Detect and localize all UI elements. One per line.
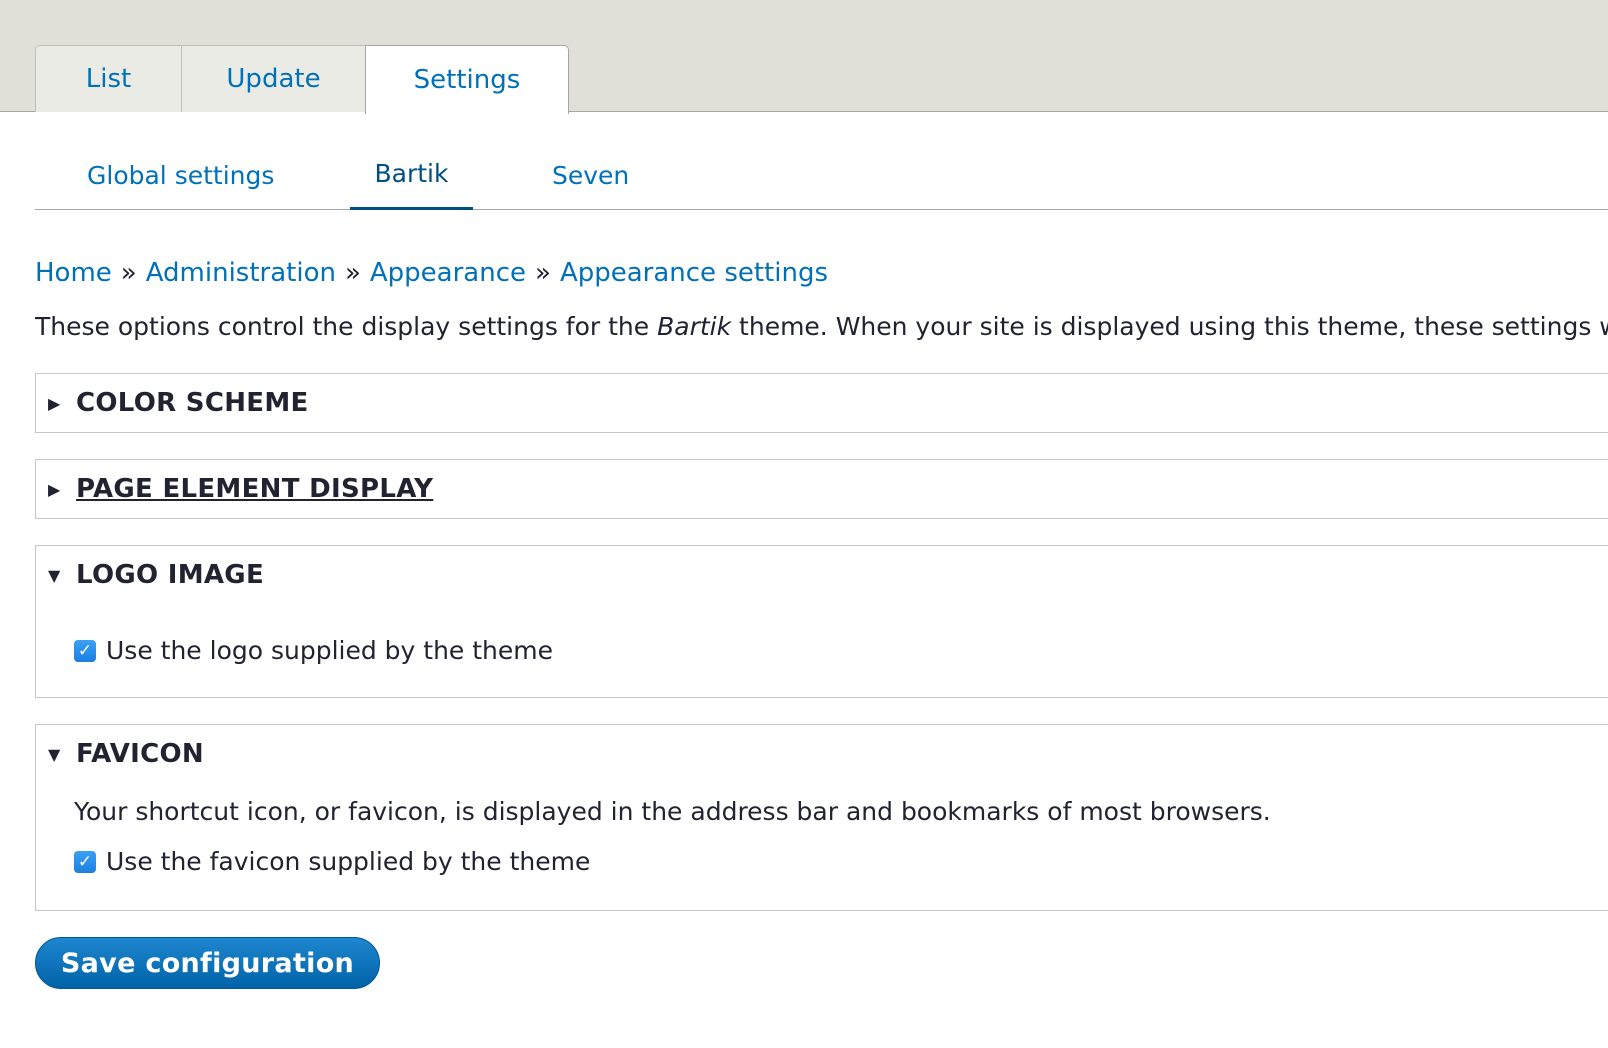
breadcrumb-separator: » (120, 258, 137, 288)
breadcrumb-appearance-settings[interactable]: Appearance settings (560, 258, 828, 288)
details-page-element-display: ▶ PAGE ELEMENT DISPLAY (35, 459, 1608, 519)
breadcrumb-appearance[interactable]: Appearance (370, 258, 526, 288)
favicon-checkbox-row: ✓ Use the favicon supplied by the theme (74, 847, 590, 876)
use-default-favicon-checkbox[interactable]: ✓ (74, 850, 96, 873)
summary-color-scheme[interactable]: ▶ COLOR SCHEME (48, 374, 309, 432)
theme-name: Bartik (657, 312, 732, 341)
caret-down-icon: ▼ (48, 744, 61, 764)
tab-seven[interactable]: Seven (552, 140, 629, 210)
summary-logo-image[interactable]: ▼ LOGO IMAGE (48, 546, 264, 604)
save-configuration-button[interactable]: Save configuration (35, 937, 380, 989)
details-favicon: ▼ FAVICON Your shortcut icon, or favicon… (35, 724, 1608, 911)
details-color-scheme: ▶ COLOR SCHEME (35, 373, 1608, 433)
summary-label: LOGO IMAGE (76, 560, 265, 590)
details-logo-image: ▼ LOGO IMAGE ✓ Use the logo supplied by … (35, 545, 1608, 698)
tab-global-settings[interactable]: Global settings (87, 140, 274, 210)
breadcrumb: Home » Administration » Appearance » Appearanc… (35, 258, 828, 288)
tab-update[interactable]: Update (181, 45, 366, 112)
checkbox-label[interactable]: Use the logo supplied by the theme (106, 636, 553, 665)
summary-label: COLOR SCHEME (76, 388, 309, 418)
summary-favicon[interactable]: ▼ FAVICON (48, 725, 204, 783)
tab-list[interactable]: List (35, 45, 182, 112)
tab-settings[interactable]: Settings (365, 45, 569, 114)
breadcrumb-separator: » (535, 258, 551, 288)
favicon-description: Your shortcut icon, or favicon, is displ… (74, 797, 1271, 826)
breadcrumb-home[interactable]: Home (35, 258, 112, 288)
use-default-logo-checkbox[interactable]: ✓ (74, 639, 96, 662)
description-before: These options control the display settin… (35, 312, 658, 341)
page-description: These options control the display settin… (35, 312, 1608, 341)
summary-label: PAGE ELEMENT DISPLAY (76, 474, 434, 504)
breadcrumb-administration[interactable]: Administration (146, 258, 336, 288)
secondary-tabs: Global settings Bartik Seven (35, 140, 1608, 210)
breadcrumb-separator: » (344, 258, 361, 288)
checkbox-label[interactable]: Use the favicon supplied by the theme (106, 847, 590, 876)
primary-tabs: List Update Settings (0, 0, 1608, 114)
caret-right-icon: ▶ (48, 479, 61, 499)
logo-checkbox-row: ✓ Use the logo supplied by the theme (74, 636, 553, 665)
summary-label: FAVICON (76, 739, 204, 769)
caret-right-icon: ▶ (48, 393, 61, 413)
description-after: theme. When your site is displayed using… (739, 312, 1608, 341)
summary-page-element-display[interactable]: ▶ PAGE ELEMENT DISPLAY (48, 460, 433, 518)
tab-bartik[interactable]: Bartik (350, 140, 473, 210)
caret-down-icon: ▼ (48, 565, 61, 585)
